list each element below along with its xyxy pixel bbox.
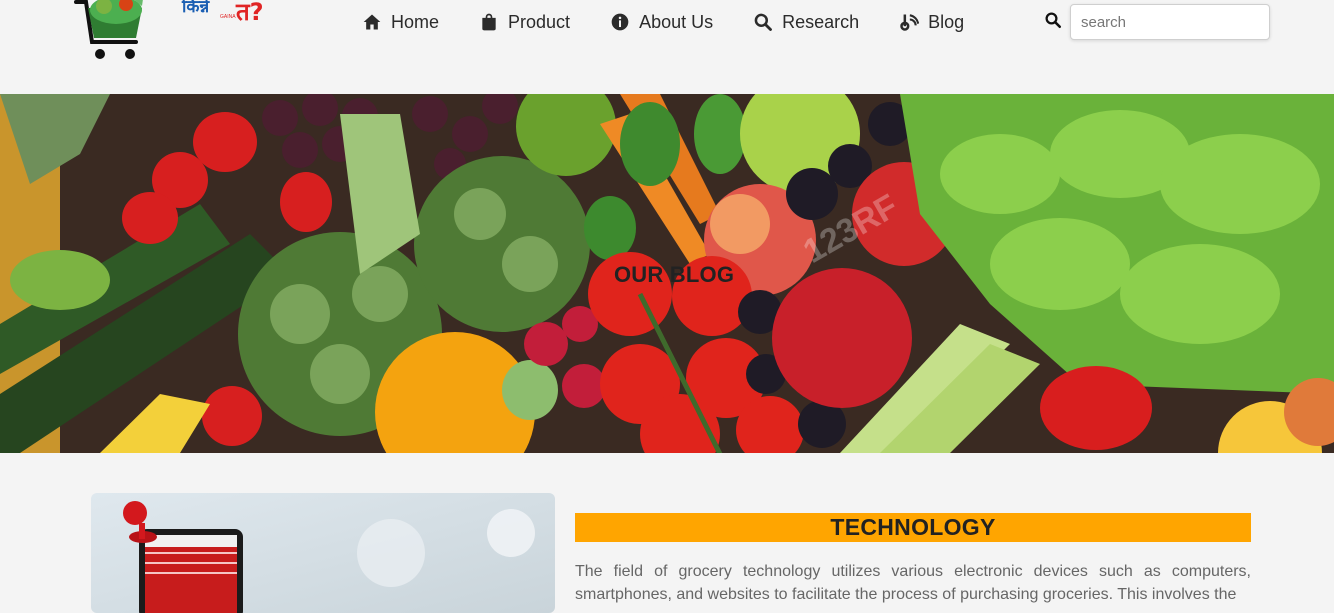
info-icon (611, 13, 629, 31)
nav-home-label: Home (391, 11, 440, 32)
nav-product-label: Product (508, 11, 571, 32)
site-logo[interactable]: किन्ने GAINA त? (70, 0, 270, 64)
post-heading: TECHNOLOGY (830, 514, 996, 540)
post-heading-bar: TECHNOLOGY (575, 513, 1251, 542)
nav-product[interactable]: Product (479, 8, 570, 36)
nav-research-label: Research (782, 11, 860, 32)
search-icon[interactable] (1044, 11, 1062, 29)
nav-home[interactable]: Home (362, 8, 439, 36)
logo-wordmark: किन्ने (181, 0, 210, 17)
nav-blog[interactable]: Blog (899, 8, 964, 36)
nav-research[interactable]: Research (753, 8, 859, 36)
logo-small-text: GAINA (220, 14, 236, 20)
search-icon (754, 13, 773, 31)
shopping-technology-image (91, 493, 555, 613)
search-input[interactable] (1070, 4, 1270, 40)
post-text: The field of grocery technology utilizes… (575, 563, 1251, 603)
cart-logo-icon: किन्ने GAINA त? (74, 0, 264, 59)
nav-blog-label: Blog (928, 11, 965, 32)
hero-title: OUR BLOG (614, 262, 735, 287)
bag-icon (482, 13, 496, 31)
logo-accent-text: त? (235, 0, 264, 26)
nav-about-label: About Us (639, 11, 714, 32)
blog-icon (900, 14, 920, 31)
hero-banner: 123RF OUR BLOG (0, 94, 1334, 453)
main-nav: Home Product About Us Research Blog (362, 8, 1004, 36)
nav-about-us[interactable]: About Us (610, 8, 713, 36)
post-image[interactable] (91, 493, 555, 613)
home-icon (363, 14, 381, 30)
site-header: किन्ने GAINA त? Home Product About Us Re… (0, 0, 1334, 94)
